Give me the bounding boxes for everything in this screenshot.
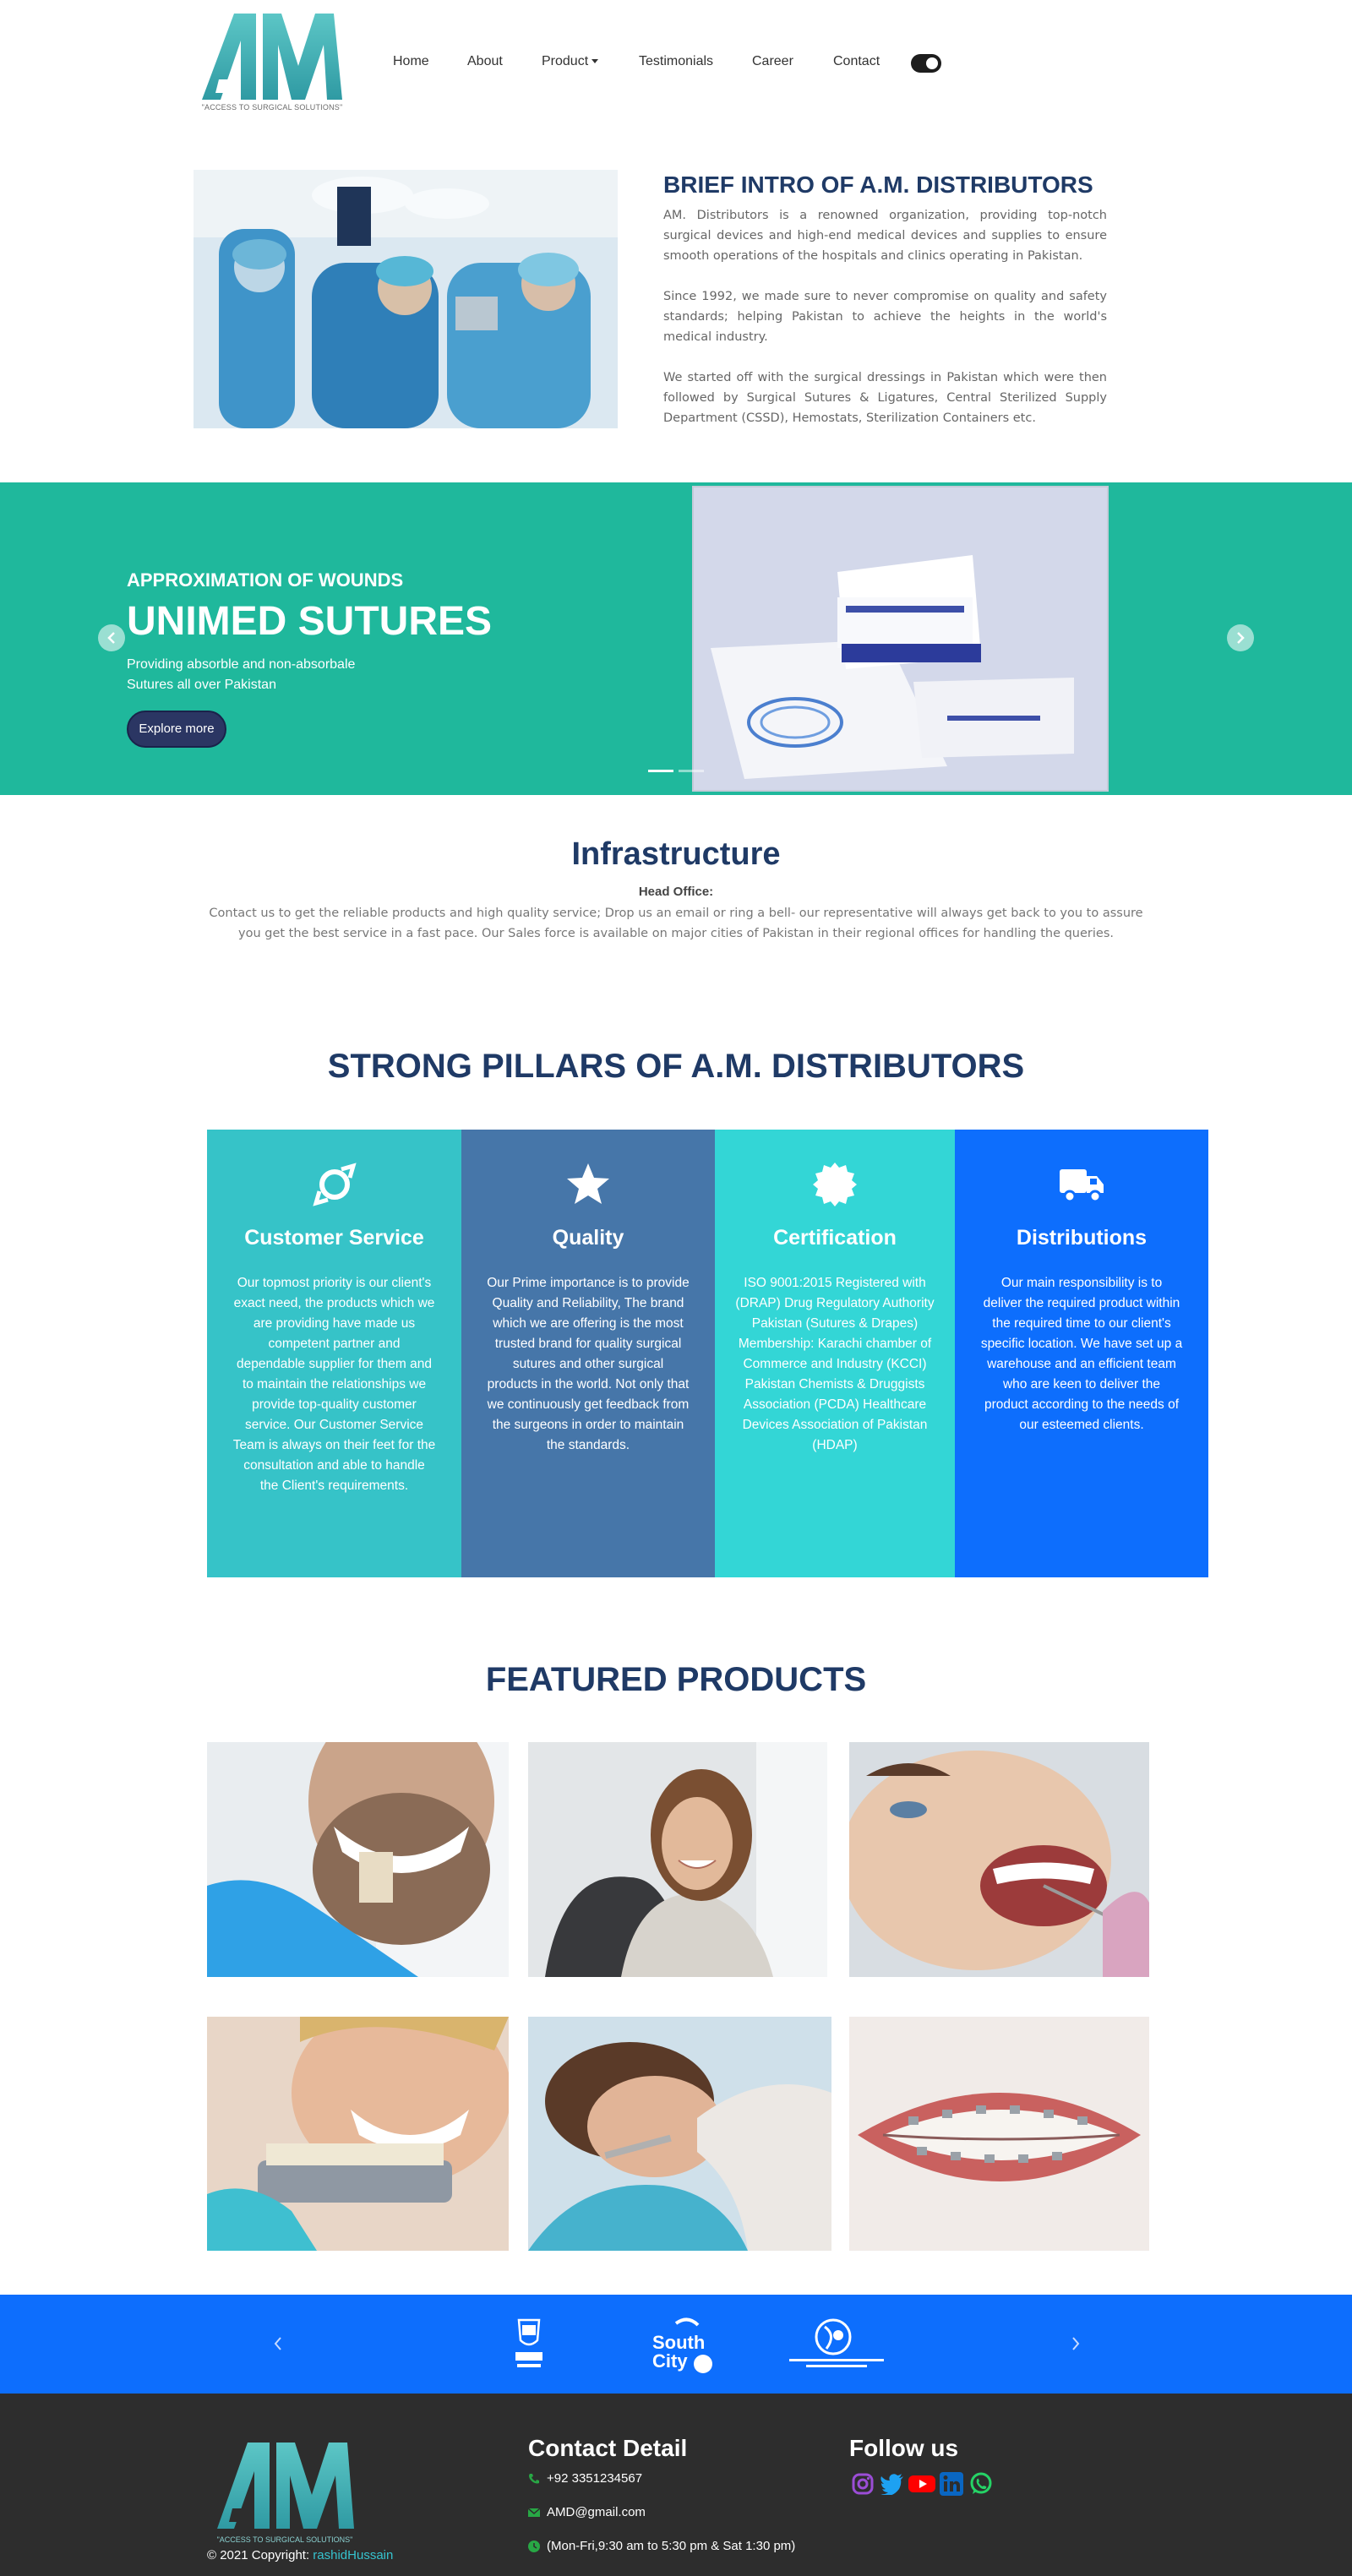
twitter-icon[interactable] (879, 2471, 906, 2497)
copyright-author-link[interactable]: rashidHussain (313, 2548, 393, 2562)
email-address: AMD@gmail.com (547, 2505, 646, 2519)
contact-email[interactable]: AMD@gmail.com (528, 2505, 646, 2519)
pillar-title: Distributions (1016, 1226, 1148, 1250)
contact-hours: (Mon-Fri,9:30 am to 5:30 pm & Sat 1:30 p… (528, 2539, 795, 2553)
brand-tagline: "ACCESS TO SURGICAL SOLUTIONS" (201, 103, 343, 112)
partner-logo-south-city: South City (651, 2315, 715, 2374)
contact-detail-title: Contact Detail (528, 2435, 688, 2461)
product-image-dental-patient[interactable] (528, 1742, 827, 1977)
ring-icon (312, 1163, 357, 1206)
chevron-left-icon (107, 632, 115, 644)
nav-career[interactable]: Career (752, 54, 793, 69)
copyright-prefix: © 2021 Copyright: (207, 2548, 313, 2562)
nav-about[interactable]: About (467, 54, 503, 69)
follow-us-title: Follow us (849, 2435, 959, 2461)
carousel-next-button[interactable] (1227, 624, 1254, 651)
linkedin-icon[interactable] (938, 2471, 965, 2497)
partner-logo-saifee (512, 2315, 546, 2374)
product-image-dental-checkup[interactable] (528, 2017, 831, 2251)
nav-testimonials[interactable]: Testimonials (639, 54, 713, 69)
pillar-title: Certification (773, 1226, 897, 1250)
am-logo-icon (202, 14, 342, 100)
toggle-knob (926, 57, 938, 69)
pillar-distributions: Distributions Our main responsibility is… (955, 1130, 1208, 1577)
navbar: "ACCESS TO SURGICAL SOLUTIONS" Home Abou… (0, 0, 1352, 127)
intro-paragraph-3: We started off with the surgical dressin… (663, 371, 1107, 425)
pillar-customer-service: Customer Service Our topmost priority is… (207, 1130, 461, 1577)
pillar-title: Customer Service (244, 1226, 424, 1250)
am-logo-icon: "ACCESS TO SURGICAL SOLUTIONS" (217, 2443, 354, 2544)
product-image-shade-guide[interactable] (207, 1742, 509, 1977)
infrastructure-text: Contact us to get the reliable products … (209, 907, 1143, 940)
featured-products-title: FEATURED PRODUCTS (485, 1661, 867, 1698)
pillar-quality: Quality Our Prime importance is to provi… (461, 1130, 715, 1577)
pillar-text: Our main responsibility is to deliver th… (980, 1276, 1183, 1432)
head-office-label: Head Office: (638, 885, 714, 899)
chevron-right-icon (1237, 632, 1245, 644)
intro-paragraph-2: Since 1992, we made sure to never compro… (663, 290, 1107, 344)
slide-description: Providing absorble and non-absorbale Sut… (127, 657, 356, 692)
carousel-indicator-2[interactable] (679, 770, 704, 772)
explore-more-button[interactable]: Explore more (127, 711, 226, 748)
copyright: © 2021 Copyright: rashidHussain (207, 2548, 393, 2562)
brand-logo[interactable]: "ACCESS TO SURGICAL SOLUTIONS" (194, 7, 351, 117)
instagram-icon[interactable] (849, 2471, 876, 2497)
slide-title: UNIMED SUTURES (127, 599, 493, 644)
pillars-title: STRONG PILLARS OF A.M. DISTRIBUTORS (327, 1048, 1025, 1085)
social-links (849, 2471, 997, 2497)
nav-product-label: Product (542, 54, 589, 68)
truck-icon (1060, 1169, 1104, 1203)
office-hours: (Mon-Fri,9:30 am to 5:30 pm & Sat 1:30 p… (547, 2539, 796, 2553)
nav-product[interactable]: Product (542, 54, 599, 69)
product-image-whitening-shades[interactable] (207, 2017, 509, 2251)
footer-tagline: "ACCESS TO SURGICAL SOLUTIONS" (217, 2535, 353, 2544)
infrastructure-title: Infrastructure (571, 836, 781, 872)
svg-text:City: City (652, 2350, 688, 2372)
pillar-certification: Certification ISO 9001:2015 Registered w… (715, 1130, 955, 1577)
pillar-title: Quality (552, 1226, 624, 1250)
partners-prev-icon[interactable] (272, 2335, 284, 2352)
partners-next-icon[interactable] (1070, 2335, 1082, 2352)
partners-carousel: South City (0, 2295, 1352, 2394)
pillar-text: Our topmost priority is our client's exa… (232, 1276, 436, 1493)
carousel-indicator-1[interactable] (648, 770, 673, 772)
intro-title: BRIEF INTRO OF A.M. DISTRIBUTORS (663, 172, 1093, 198)
whatsapp-icon[interactable] (968, 2471, 995, 2497)
product-image-dental-exam[interactable] (849, 1742, 1149, 1977)
envelope-icon (528, 2507, 540, 2517)
star-icon (567, 1163, 609, 1204)
nav-contact[interactable]: Contact (833, 54, 880, 69)
sutures-product-image (692, 486, 1109, 792)
carousel-prev-button[interactable] (98, 624, 125, 651)
theme-toggle[interactable] (911, 54, 941, 73)
phone-icon (529, 2473, 539, 2483)
slide-kicker: APPROXIMATION OF WOUNDS (127, 569, 404, 591)
footer-logo[interactable]: "ACCESS TO SURGICAL SOLUTIONS" (209, 2437, 361, 2547)
clock-icon (528, 2540, 540, 2552)
contact-phone[interactable]: +92 3351234567 (528, 2471, 642, 2486)
nav-home[interactable]: Home (393, 54, 429, 69)
intro-paragraph-1: AM. Distributors is a renowned organizat… (663, 209, 1107, 263)
chevron-down-icon (592, 59, 599, 64)
footer: "ACCESS TO SURGICAL SOLUTIONS" © 2021 Co… (0, 2394, 1352, 2576)
youtube-icon[interactable] (908, 2471, 935, 2497)
pillar-text: ISO 9001:2015 Registered with (DRAP) Dru… (735, 1276, 935, 1452)
certificate-icon (813, 1163, 857, 1206)
surgeons-image (194, 170, 618, 428)
phone-number: +92 3351234567 (547, 2471, 643, 2486)
partner-logo-trauma-institute (786, 2315, 887, 2374)
product-image-braces[interactable] (849, 2017, 1149, 2251)
hero-carousel: APPROXIMATION OF WOUNDS UNIMED SUTURES P… (0, 482, 1352, 795)
pillar-text: Our Prime importance is to provide Quali… (487, 1276, 690, 1452)
